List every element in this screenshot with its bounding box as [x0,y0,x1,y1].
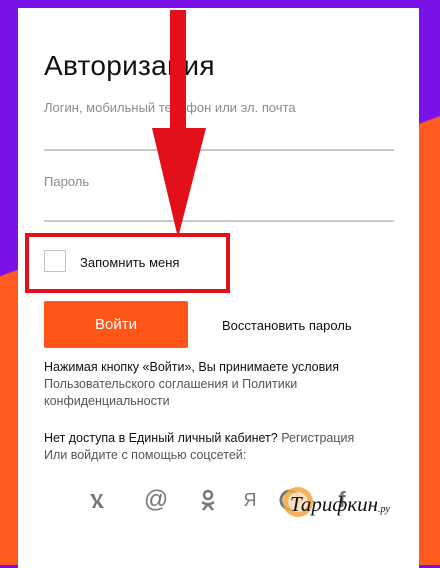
access-block: Нет доступа в Единый личный кабинет? Рег… [44,430,414,464]
tarifkin-watermark-logo: Тарифкин .ру [283,487,390,517]
terms-line1: Нажимая кнопку «Войти», Вы принимаете ус… [44,360,339,374]
terms-text: Нажимая кнопку «Войти», Вы принимаете ус… [44,359,404,410]
svg-text:.ру: .ру [378,504,390,515]
social-prompt: Или войдите с помощью соцсетей: [44,448,247,462]
odnoklassniki-icon[interactable] [194,486,222,514]
mail-icon[interactable]: @ [142,486,170,514]
agreement-link[interactable]: Пользовательского соглашения [44,377,228,391]
password-field[interactable]: Пароль [44,174,89,189]
restore-password-link[interactable]: Восстановить пароль [222,318,352,333]
terms-and: и [228,377,243,391]
yandex-icon[interactable]: Я [236,486,264,514]
remember-label[interactable]: Запомнить меня [80,255,179,270]
policy-link[interactable]: Политики [242,377,297,391]
red-pointer-arrow [152,10,206,238]
password-field-underline [44,220,394,222]
policy-link-cont[interactable]: конфиденциальности [44,393,404,410]
no-access-question: Нет доступа в Единый личный кабинет? [44,431,278,445]
login-field-underline [44,149,394,151]
remember-checkbox[interactable] [44,250,66,272]
vk-icon[interactable] [88,486,116,514]
register-link[interactable]: Регистрация [281,431,354,445]
login-button[interactable]: Войти [44,301,188,348]
svg-text:Тарифкин: Тарифкин [290,492,378,516]
